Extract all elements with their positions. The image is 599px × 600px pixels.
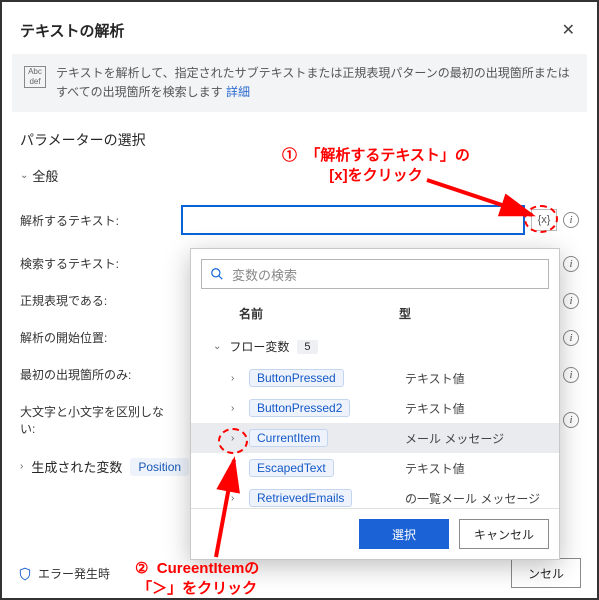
tree-group-flow-vars[interactable]: ⌄ フロー変数 5 bbox=[191, 330, 559, 363]
chevron-right-icon: › bbox=[231, 403, 241, 414]
tree-item[interactable]: › ButtonPressed2 テキスト値 bbox=[191, 393, 559, 423]
info-banner: Abc def テキストを解析して、指定されたサブテキストまたは正規表現パターン… bbox=[12, 54, 587, 112]
parse-text-input[interactable] bbox=[181, 205, 525, 235]
info-icon[interactable]: i bbox=[563, 212, 579, 228]
close-icon[interactable]: ✕ bbox=[558, 16, 579, 44]
var-type: メール メッセージ bbox=[405, 430, 545, 447]
tree-item-current[interactable]: › CurrentItem メール メッセージ bbox=[191, 423, 559, 453]
var-name: ButtonPressed2 bbox=[249, 399, 350, 417]
label-first-only: 最初の出現箇所のみ: bbox=[20, 366, 175, 383]
chevron-right-icon: › bbox=[231, 373, 241, 384]
parse-text-icon: Abc def bbox=[24, 66, 46, 88]
details-link[interactable]: 詳細 bbox=[226, 85, 250, 99]
var-type: テキスト値 bbox=[405, 460, 545, 477]
label-is-regex: 正規表現である: bbox=[20, 292, 175, 309]
col-name-header: 名前 bbox=[239, 305, 399, 322]
var-type: テキスト値 bbox=[405, 400, 545, 417]
on-error-link[interactable]: エラー発生時 bbox=[38, 565, 110, 582]
var-name: CurrentItem bbox=[249, 429, 328, 447]
variable-picker: 変数の検索 名前 型 ⌄ フロー変数 5 › ButtonPressed テキス… bbox=[190, 248, 560, 560]
label-start-pos: 解析の開始位置: bbox=[20, 329, 175, 346]
search-placeholder: 変数の検索 bbox=[232, 265, 297, 284]
info-icon[interactable]: i bbox=[563, 330, 579, 346]
annotation-2-text: ② CureentItemの 「＞」をクリック bbox=[135, 559, 259, 598]
section-title: パラメーターの選択 bbox=[20, 130, 579, 150]
tree-item[interactable]: › RetrievedEmails の一覧メール メッセージ bbox=[191, 483, 559, 508]
select-button[interactable]: 選択 bbox=[359, 519, 449, 549]
variable-search-input[interactable]: 変数の検索 bbox=[201, 259, 549, 289]
parse-text-var-button[interactable]: {x} bbox=[531, 209, 557, 231]
var-name: EscapedText bbox=[249, 459, 334, 477]
label-search-text: 検索するテキスト: bbox=[20, 255, 175, 272]
generated-vars-label: 生成された変数 bbox=[31, 457, 122, 476]
info-text: テキストを解析して、指定されたサブテキストまたは正規表現パターンの最初の出現箇所… bbox=[56, 66, 570, 99]
info-icon[interactable]: i bbox=[563, 367, 579, 383]
var-type: テキスト値 bbox=[405, 370, 545, 387]
var-name: ButtonPressed bbox=[249, 369, 344, 387]
chevron-down-icon: ⌄ bbox=[213, 341, 221, 352]
search-icon bbox=[210, 267, 224, 281]
dialog-title: テキストの解析 bbox=[20, 20, 125, 41]
chevron-right-icon: › bbox=[231, 463, 241, 474]
var-type: の一覧メール メッセージ bbox=[405, 490, 545, 507]
group-general[interactable]: ⌄ 全般 bbox=[20, 166, 579, 185]
info-icon[interactable]: i bbox=[563, 412, 579, 428]
tree-group-label: フロー変数 bbox=[229, 338, 289, 355]
tree-item[interactable]: › ButtonPressed テキスト値 bbox=[191, 363, 559, 393]
var-name: RetrievedEmails bbox=[249, 489, 352, 507]
dialog-cancel-button[interactable]: ンセル bbox=[511, 558, 581, 588]
info-icon[interactable]: i bbox=[563, 293, 579, 309]
tree-item[interactable]: › EscapedText テキスト値 bbox=[191, 453, 559, 483]
generated-var-badge: Position bbox=[130, 458, 189, 476]
chevron-right-icon[interactable]: › bbox=[20, 461, 23, 472]
chevron-right-icon: › bbox=[231, 433, 241, 444]
label-parse-text: 解析するテキスト: bbox=[20, 212, 175, 229]
shield-icon bbox=[18, 566, 32, 582]
cancel-button[interactable]: キャンセル bbox=[459, 519, 549, 549]
tree-group-count: 5 bbox=[297, 340, 317, 354]
info-icon[interactable]: i bbox=[563, 256, 579, 272]
col-type-header: 型 bbox=[399, 305, 411, 322]
chevron-right-icon: › bbox=[231, 493, 241, 504]
label-case-sensitive: 大文字と小文字を区別しない: bbox=[20, 403, 175, 437]
chevron-down-icon: ⌄ bbox=[20, 170, 28, 181]
group-general-label: 全般 bbox=[32, 166, 58, 185]
